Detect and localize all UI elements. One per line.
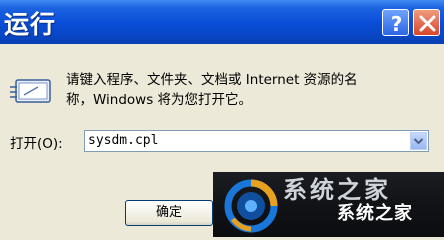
- help-button[interactable]: ?: [382, 9, 409, 36]
- title-bar[interactable]: 运行 ?: [0, 0, 444, 44]
- prompt-text: 请键入程序、文件夹、文档或 Internet 资源的名 称，Windows 将为…: [66, 70, 436, 110]
- watermark-overlay: 系统之家 系统之家: [213, 172, 444, 237]
- ok-button[interactable]: 确定: [125, 200, 213, 226]
- open-input[interactable]: sysdm.cpl: [88, 133, 158, 148]
- close-button[interactable]: [413, 9, 440, 36]
- open-combobox[interactable]: sysdm.cpl: [84, 130, 429, 152]
- run-dialog-icon: [10, 79, 51, 103]
- window-title: 运行: [4, 10, 57, 39]
- dropdown-button[interactable]: [410, 132, 427, 150]
- prompt-line-1: 请键入程序、文件夹、文档或 Internet 资源的名: [66, 72, 358, 88]
- close-x-icon: [419, 15, 436, 32]
- prompt-line-2: 称，Windows 将为您打开它。: [66, 92, 253, 108]
- svg-text:?: ?: [391, 12, 403, 36]
- question-mark-icon: ?: [391, 12, 403, 36]
- open-label: 打开(O):: [10, 136, 63, 152]
- watermark-text: 系统之家: [337, 203, 413, 224]
- run-dialog: 运行 ? 请键入程序、文件夹、文档或 Internet 资源的名 称，Windo…: [0, 0, 444, 237]
- chevron-down-icon: [413, 138, 424, 145]
- watermark-logo-icon: [224, 179, 278, 233]
